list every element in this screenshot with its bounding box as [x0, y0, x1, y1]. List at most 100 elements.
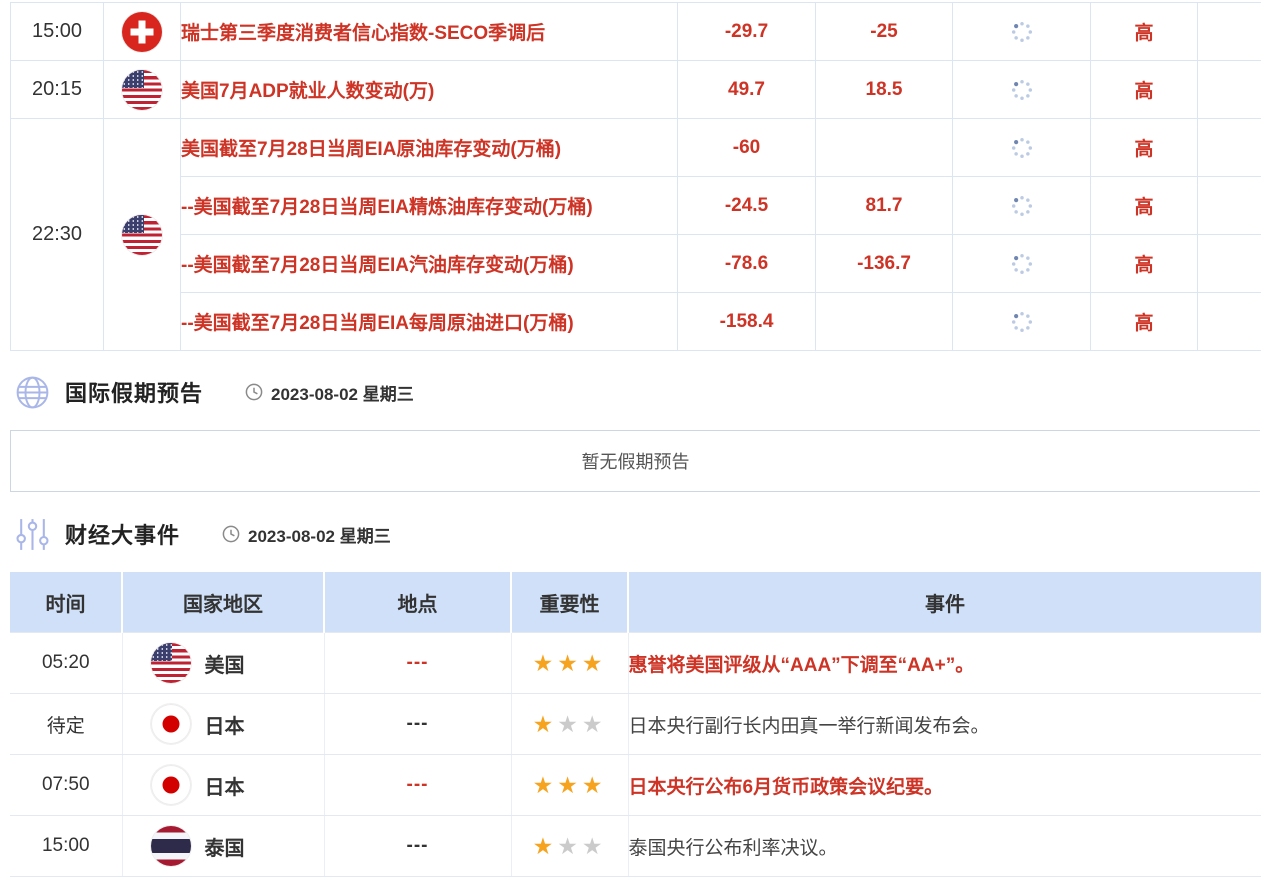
- importance-stars: ★★★: [511, 694, 628, 755]
- loading-spinner-icon: [1010, 20, 1034, 44]
- event-location: ---: [324, 694, 511, 755]
- chart-placeholder-cell: [1198, 293, 1261, 351]
- previous-value: -158.4: [678, 293, 816, 351]
- event-title-link[interactable]: --美国截至7月28日当周EIA每周原油进口(万桶): [181, 293, 678, 351]
- big-event-row[interactable]: 待定日本---★★★日本央行副行长内田真一举行新闻发布会。: [10, 694, 1261, 755]
- economic-calendar-page: 15:00 瑞士第三季度消费者信心指数-SECO季调后-29.7-25 高 20:15…: [0, 0, 1261, 876]
- chart-placeholder-cell: [1198, 61, 1261, 119]
- event-title-link[interactable]: --美国截至7月28日当周EIA汽油库存变动(万桶): [181, 235, 678, 293]
- forecast-value: [816, 119, 953, 177]
- published-value-cell: [953, 3, 1091, 61]
- event-time: 20:15: [11, 61, 104, 119]
- clock-icon: [222, 525, 240, 543]
- star-empty-icon: ★: [582, 833, 607, 859]
- star-empty-icon: ★: [557, 711, 582, 737]
- country-cell: 日本: [122, 755, 324, 816]
- economic-data-row[interactable]: --美国截至7月28日当周EIA每周原油进口(万桶)-158.4 高: [11, 293, 1261, 351]
- clock-icon: [245, 383, 263, 401]
- published-value-cell: [953, 119, 1091, 177]
- event-title-link[interactable]: 瑞士第三季度消费者信心指数-SECO季调后: [181, 3, 678, 61]
- loading-spinner-icon: [1010, 194, 1034, 218]
- events-section-title: 财经大事件: [65, 518, 180, 550]
- sliders-icon: [14, 516, 51, 553]
- country-flag-cell: [104, 61, 181, 119]
- event-location: ---: [324, 755, 511, 816]
- country-cell: 泰国: [122, 816, 324, 877]
- economic-data-row[interactable]: --美国截至7月28日当周EIA汽油库存变动(万桶)-78.6-136.7 高: [11, 235, 1261, 293]
- event-description[interactable]: 日本央行公布6月货币政策会议纪要。: [628, 755, 1261, 816]
- header-country: 国家地区: [122, 572, 324, 633]
- header-event: 事件: [628, 572, 1261, 633]
- economic-data-table-body: 15:00瑞士第三季度消费者信心指数-SECO季调后-29.7-25高20:15…: [11, 3, 1261, 351]
- forecast-value: -25: [816, 3, 953, 61]
- event-time: 22:30: [11, 119, 104, 351]
- loading-spinner-icon: [1010, 252, 1034, 276]
- holiday-section-header: 国际假期预告 2023-08-02 星期三: [14, 372, 414, 412]
- events-section-header: 财经大事件 2023-08-02 星期三: [14, 514, 391, 554]
- big-event-row[interactable]: 05:20美国---★★★惠誉将美国评级从“AAA”下调至“AA+”。: [10, 633, 1261, 694]
- economic-data-row[interactable]: 15:00瑞士第三季度消费者信心指数-SECO季调后-29.7-25高: [11, 3, 1261, 61]
- usa-flag-icon: [122, 215, 162, 255]
- importance-level: 高: [1091, 235, 1198, 293]
- event-description[interactable]: 惠誉将美国评级从“AAA”下调至“AA+”。: [628, 633, 1261, 694]
- event-time: 05:20: [10, 633, 122, 694]
- chart-placeholder-cell: [1198, 177, 1261, 235]
- header-importance: 重要性: [511, 572, 628, 633]
- importance-level: 高: [1091, 61, 1198, 119]
- event-title-link[interactable]: 美国7月ADP就业人数变动(万): [181, 61, 678, 119]
- loading-spinner-icon: [1010, 136, 1034, 160]
- star-filled-icon: ★: [582, 772, 607, 798]
- published-value-cell: [953, 177, 1091, 235]
- previous-value: 49.7: [678, 61, 816, 119]
- previous-value: -60: [678, 119, 816, 177]
- forecast-value: 81.7: [816, 177, 953, 235]
- switzerland-flag-icon: [122, 12, 162, 52]
- japan-flag-icon: [151, 704, 191, 744]
- events-section-date: 2023-08-02 星期三: [248, 522, 391, 547]
- holiday-empty-box: 暂无假期预告: [10, 430, 1260, 492]
- published-value-cell: [953, 61, 1091, 119]
- star-filled-icon: ★: [557, 772, 582, 798]
- economic-data-table: 15:00瑞士第三季度消费者信心指数-SECO季调后-29.7-25高20:15…: [10, 2, 1261, 351]
- event-time: 15:00: [10, 816, 122, 877]
- country-cell: 美国: [122, 633, 324, 694]
- big-events-table: 时间 国家地区 地点 重要性 事件 05:20美国---★★★惠誉将美国评级从“…: [10, 572, 1261, 877]
- economic-data-row[interactable]: --美国截至7月28日当周EIA精炼油库存变动(万桶)-24.581.7高: [11, 177, 1261, 235]
- country-name: 日本: [205, 771, 245, 800]
- published-value-cell: [953, 293, 1091, 351]
- star-empty-icon: ★: [557, 833, 582, 859]
- big-event-row[interactable]: 15:00泰国---★★★泰国央行公布利率决议。: [10, 816, 1261, 877]
- importance-level: 高: [1091, 293, 1198, 351]
- event-description[interactable]: 日本央行副行长内田真一举行新闻发布会。: [628, 694, 1261, 755]
- big-event-row[interactable]: 07:50日本---★★★日本央行公布6月货币政策会议纪要。: [10, 755, 1261, 816]
- star-filled-icon: ★: [533, 772, 558, 798]
- events-table-header-row: 时间 国家地区 地点 重要性 事件: [10, 572, 1261, 633]
- importance-stars: ★★★: [511, 633, 628, 694]
- economic-data-row[interactable]: 22:30美国截至7月28日当周EIA原油库存变动(万桶)-60高: [11, 119, 1261, 177]
- event-title-link[interactable]: 美国截至7月28日当周EIA原油库存变动(万桶): [181, 119, 678, 177]
- header-location: 地点: [324, 572, 511, 633]
- importance-level: 高: [1091, 177, 1198, 235]
- previous-value: -29.7: [678, 3, 816, 61]
- country-wrap: 日本: [123, 765, 324, 805]
- header-time: 时间: [10, 572, 122, 633]
- event-description[interactable]: 泰国央行公布利率决议。: [628, 816, 1261, 877]
- event-location: ---: [324, 816, 511, 877]
- published-value-cell: [953, 235, 1091, 293]
- importance-stars: ★★★: [511, 816, 628, 877]
- star-filled-icon: ★: [557, 650, 582, 676]
- chart-placeholder-cell: [1198, 119, 1261, 177]
- loading-spinner-icon: [1010, 310, 1034, 334]
- importance-level: 高: [1091, 3, 1198, 61]
- forecast-value: [816, 293, 953, 351]
- event-title-link[interactable]: --美国截至7月28日当周EIA精炼油库存变动(万桶): [181, 177, 678, 235]
- previous-value: -78.6: [678, 235, 816, 293]
- country-flag-cell: [104, 119, 181, 351]
- chart-placeholder-cell: [1198, 235, 1261, 293]
- forecast-value: -136.7: [816, 235, 953, 293]
- thailand-flag-icon: [151, 826, 191, 866]
- usa-flag-icon: [122, 70, 162, 110]
- economic-data-row[interactable]: 20:15美国7月ADP就业人数变动(万)49.718.5高: [11, 61, 1261, 119]
- country-wrap: 日本: [123, 704, 324, 744]
- country-flag-cell: [104, 3, 181, 61]
